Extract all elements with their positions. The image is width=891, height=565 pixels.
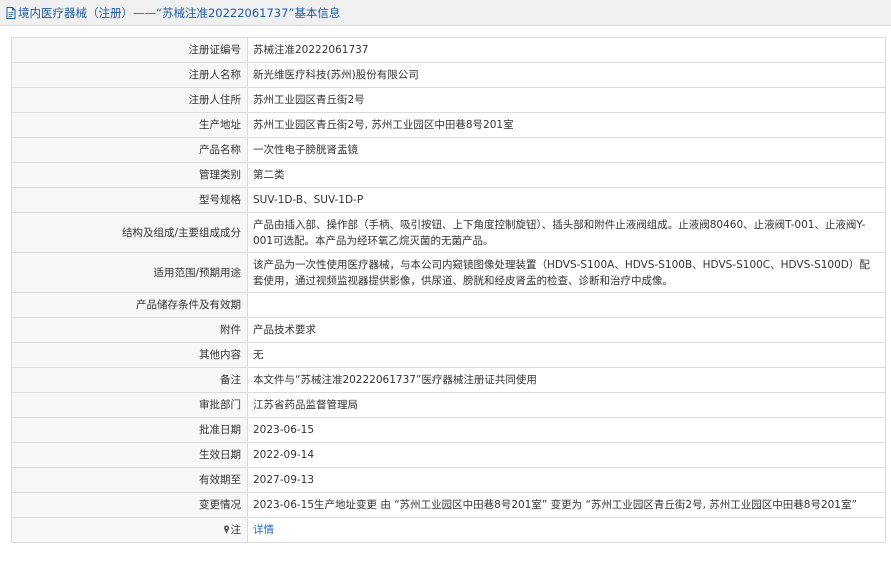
table-row: 注册人名称 新光维医疗科技(苏州)股份有限公司	[11, 62, 886, 88]
page-title-bar: 境内医疗器械（注册）——“苏械注准20222061737”基本信息	[0, 0, 891, 26]
table-row: 审批部门 江苏省药品监督管理局	[11, 392, 886, 418]
row-value	[247, 292, 886, 318]
row-value: 产品技术要求	[247, 317, 886, 343]
row-label: 注册人名称	[11, 62, 248, 88]
row-value: SUV-1D-B、SUV-1D-P	[247, 187, 886, 213]
row-label: 产品储存条件及有效期	[11, 292, 248, 318]
table-row: 生效日期 2022-09-14	[11, 442, 886, 468]
row-label: 附件	[11, 317, 248, 343]
note-label: 注	[230, 524, 242, 536]
table-row: 产品储存条件及有效期	[11, 292, 886, 318]
row-value: 详情	[247, 517, 886, 543]
row-label: 产品名称	[11, 137, 248, 163]
row-value: 2027-09-13	[247, 467, 886, 493]
page-title: 境内医疗器械（注册）——“苏械注准20222061737”基本信息	[18, 6, 341, 20]
row-label: 注册证编号	[11, 37, 248, 63]
table-row: 有效期至 2027-09-13	[11, 467, 886, 493]
info-table: 注册证编号 苏械注准20222061737 注册人名称 新光维医疗科技(苏州)股…	[11, 37, 886, 543]
row-label: 结构及组成/主要组成成分	[11, 212, 248, 253]
details-link[interactable]: 详情	[253, 524, 274, 536]
row-value: 苏州工业园区青丘街2号, 苏州工业园区中田巷8号201室	[247, 112, 886, 138]
row-value: 无	[247, 342, 886, 368]
row-value: 本文件与“苏械注准20222061737”医疗器械注册证共同使用	[247, 367, 886, 393]
row-label: 批准日期	[11, 417, 248, 443]
row-label: 型号规格	[11, 187, 248, 213]
row-value: 第二类	[247, 162, 886, 188]
table-row: 变更情况 2023-06-15生产地址变更 由 “苏州工业园区中田巷8号201室…	[11, 492, 886, 518]
table-row: 注册证编号 苏械注准20222061737	[11, 37, 886, 63]
row-label: 注册人住所	[11, 87, 248, 113]
table-row: 产品名称 一次性电子膀胱肾盂镜	[11, 137, 886, 163]
table-row: 注 详情	[11, 517, 886, 543]
row-value: 苏州工业园区青丘街2号	[247, 87, 886, 113]
table-row: 备注 本文件与“苏械注准20222061737”医疗器械注册证共同使用	[11, 367, 886, 393]
row-label: 生产地址	[11, 112, 248, 138]
row-label: 其他内容	[11, 342, 248, 368]
row-value: 2023-06-15生产地址变更 由 “苏州工业园区中田巷8号201室” 变更为…	[247, 492, 886, 518]
table-row: 附件 产品技术要求	[11, 317, 886, 343]
row-label: 变更情况	[11, 492, 248, 518]
row-value: 新光维医疗科技(苏州)股份有限公司	[247, 62, 886, 88]
table-row: 结构及组成/主要组成成分 产品由插入部、操作部（手柄、吸引按钮、上下角度控制旋钮…	[11, 212, 886, 253]
row-label: 管理类别	[11, 162, 248, 188]
row-value: 苏械注准20222061737	[247, 37, 886, 63]
document-icon	[6, 7, 16, 19]
table-row: 型号规格 SUV-1D-B、SUV-1D-P	[11, 187, 886, 213]
table-row: 其他内容 无	[11, 342, 886, 368]
row-label: 生效日期	[11, 442, 248, 468]
row-value: 一次性电子膀胱肾盂镜	[247, 137, 886, 163]
row-label: 适用范围/预期用途	[11, 252, 248, 293]
row-value: 该产品为一次性使用医疗器械，与本公司内窥镜图像处理装置（HDVS-S100A、H…	[247, 252, 886, 293]
row-label: 审批部门	[11, 392, 248, 418]
row-value: 2023-06-15	[247, 417, 886, 443]
row-label: 备注	[11, 367, 248, 393]
table-row: 批准日期 2023-06-15	[11, 417, 886, 443]
table-row: 注册人住所 苏州工业园区青丘街2号	[11, 87, 886, 113]
table-row: 适用范围/预期用途 该产品为一次性使用医疗器械，与本公司内窥镜图像处理装置（HD…	[11, 252, 886, 293]
row-value: 2022-09-14	[247, 442, 886, 468]
table-row: 生产地址 苏州工业园区青丘街2号, 苏州工业园区中田巷8号201室	[11, 112, 886, 138]
row-value: 江苏省药品监督管理局	[247, 392, 886, 418]
row-label-note: 注	[11, 517, 248, 543]
pin-icon	[223, 525, 229, 534]
table-row: 管理类别 第二类	[11, 162, 886, 188]
row-value: 产品由插入部、操作部（手柄、吸引按钮、上下角度控制旋钮）、插头部和附件止液阀组成…	[247, 212, 886, 253]
row-label: 有效期至	[11, 467, 248, 493]
info-table-container: 注册证编号 苏械注准20222061737 注册人名称 新光维医疗科技(苏州)股…	[11, 37, 886, 543]
